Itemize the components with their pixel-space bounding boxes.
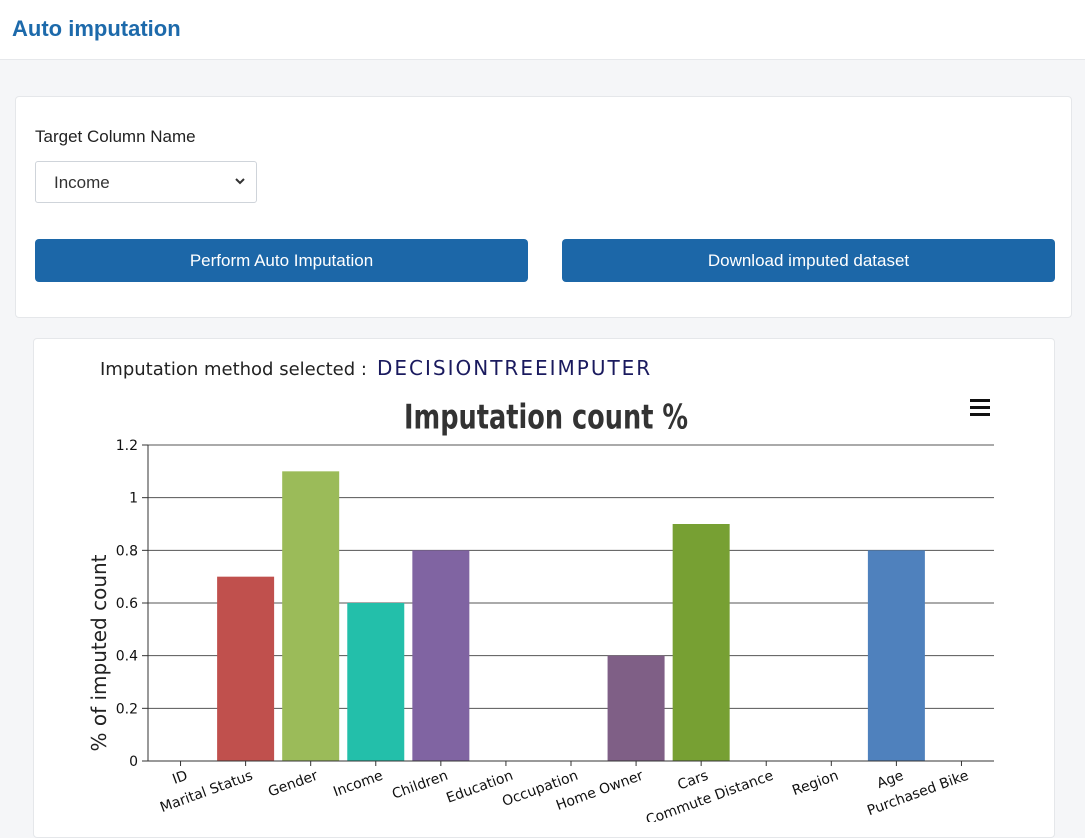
- x-tick-label: Region: [790, 768, 841, 799]
- x-tick-label: Children: [390, 768, 450, 803]
- y-tick-label: 0.2: [116, 701, 138, 717]
- y-tick-label: 0.8: [116, 543, 138, 559]
- x-tick-label: Cars: [676, 768, 711, 794]
- chart-title: Imputation count %: [404, 398, 688, 437]
- x-tick-label: ID: [170, 768, 189, 788]
- bar-marital-status: [217, 576, 275, 761]
- y-tick-label: 0: [129, 754, 138, 770]
- x-tick-label: Income: [331, 768, 385, 801]
- bar-children: [412, 550, 470, 761]
- y-tick-label: 1.2: [116, 438, 138, 454]
- x-tick-label: Commute Distance: [644, 768, 776, 822]
- bar-age: [867, 550, 925, 761]
- bar-home-owner: [607, 655, 665, 761]
- x-tick-label: Age: [875, 768, 906, 792]
- x-tick-label: Gender: [266, 768, 320, 801]
- bar-gender: [282, 471, 340, 761]
- bar-income: [347, 603, 405, 761]
- imputation-chart: Imputation count % 0 0.2 0.4 0.6 0.8 1 1.2 % of …: [87, 398, 994, 822]
- y-tick-label: 0.4: [116, 649, 138, 665]
- y-axis-label: % of imputed count: [87, 554, 111, 751]
- y-tick-label: 0.6: [116, 596, 138, 612]
- hamburger-menu-icon[interactable]: [970, 399, 990, 417]
- y-tick-label: 1: [129, 491, 138, 507]
- bar-cars: [672, 524, 730, 761]
